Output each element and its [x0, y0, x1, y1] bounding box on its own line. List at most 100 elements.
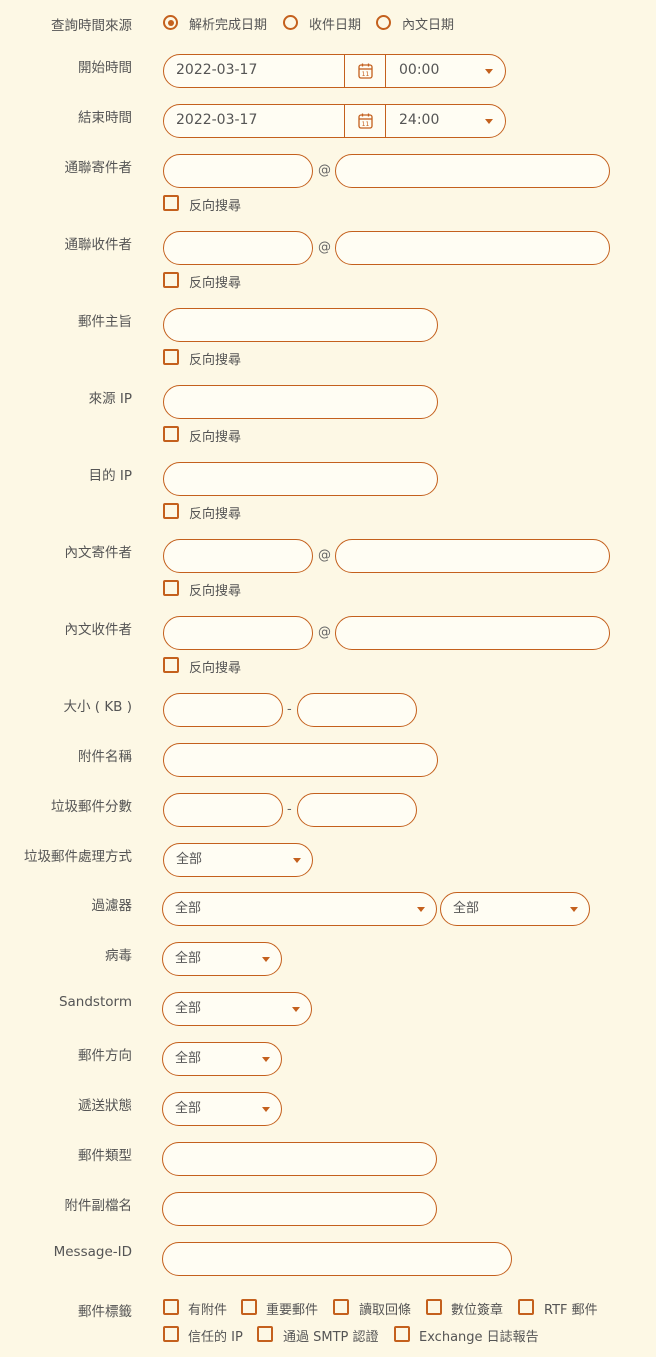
subject-label: 郵件主旨 [78, 314, 132, 330]
spam-action-select[interactable]: 全部 [163, 843, 313, 877]
tag-exchange-journal-checkbox[interactable] [394, 1326, 410, 1342]
virus-value: 全部 [175, 951, 202, 966]
size-max-input[interactable] [297, 693, 417, 727]
calendar-icon: 11 [358, 113, 373, 129]
tag-has-attachment-label: 有附件 [188, 1303, 228, 1318]
size-min-input[interactable] [163, 693, 283, 727]
chevron-down-icon [485, 119, 493, 124]
subject-input[interactable] [163, 308, 438, 342]
size-label: 大小 ( KB ) [63, 699, 132, 715]
envelope-sender-local-input[interactable] [163, 154, 313, 188]
start-time-select[interactable]: 00:00 [399, 62, 439, 78]
attachment-name-label: 附件名稱 [78, 749, 132, 765]
filter-sub-value: 全部 [453, 901, 480, 916]
end-time-label: 結束時間 [78, 110, 132, 126]
source-ip-label: 來源 IP [88, 391, 132, 407]
source-ip-reverse-checkbox[interactable] [163, 426, 179, 442]
mail-tags-label: 郵件標籤 [78, 1304, 132, 1320]
chevron-down-icon [262, 957, 270, 962]
start-time-label: 開始時間 [78, 60, 132, 76]
query-source-label: 查詢時間來源 [51, 18, 132, 34]
chevron-down-icon [293, 858, 301, 863]
radio-receive-date-label: 收件日期 [309, 18, 362, 33]
dest-ip-reverse-checkbox[interactable] [163, 503, 179, 519]
tag-read-receipt-checkbox[interactable] [333, 1299, 349, 1315]
attachment-ext-label: 附件副檔名 [64, 1198, 133, 1214]
reverse-search-label: 反向搜尋 [189, 276, 242, 291]
envelope-recipient-label: 通聯收件者 [64, 237, 133, 253]
radio-content-date-label: 內文日期 [402, 18, 455, 33]
at-sign: @ [318, 163, 331, 178]
envelope-sender-reverse-checkbox[interactable] [163, 195, 179, 211]
radio-parse-date[interactable] [163, 15, 178, 30]
envelope-recipient-reverse-checkbox[interactable] [163, 272, 179, 288]
delivery-status-select[interactable]: 全部 [162, 1092, 282, 1126]
filter-select[interactable]: 全部 [162, 892, 437, 926]
tag-trusted-ip-checkbox[interactable] [163, 1326, 179, 1342]
header-recipient-label: 內文收件者 [64, 622, 133, 638]
dest-ip-label: 目的 IP [88, 468, 132, 484]
header-sender-domain-input[interactable] [335, 539, 610, 573]
direction-select[interactable]: 全部 [162, 1042, 282, 1076]
at-sign: @ [318, 240, 331, 255]
dest-ip-input[interactable] [163, 462, 438, 496]
range-dash: - [287, 702, 292, 717]
end-datetime-group: 2022-03-17 11 24:00 [163, 104, 506, 138]
reverse-search-label: 反向搜尋 [189, 199, 242, 214]
tag-rtf-checkbox[interactable] [518, 1299, 534, 1315]
filter-sub-select[interactable]: 全部 [440, 892, 590, 926]
reverse-search-label: 反向搜尋 [189, 584, 242, 599]
header-sender-label: 內文寄件者 [64, 545, 133, 561]
envelope-recipient-local-input[interactable] [163, 231, 313, 265]
envelope-sender-label: 通聯寄件者 [64, 160, 133, 176]
start-datetime-group: 2022-03-17 11 00:00 [163, 54, 506, 88]
start-date-input[interactable]: 2022-03-17 [176, 62, 257, 78]
tag-smtp-auth-checkbox[interactable] [257, 1326, 273, 1342]
attachment-name-input[interactable] [163, 743, 438, 777]
tag-smtp-auth-label: 通過 SMTP 認證 [283, 1330, 379, 1345]
direction-value: 全部 [175, 1051, 202, 1066]
tag-important-label: 重要郵件 [266, 1303, 319, 1318]
message-id-label: Message-ID [53, 1244, 132, 1260]
end-date-input[interactable]: 2022-03-17 [176, 112, 257, 128]
radio-receive-date[interactable] [283, 15, 298, 30]
range-dash: - [287, 802, 292, 817]
sandstorm-select[interactable]: 全部 [162, 992, 312, 1026]
reverse-search-label: 反向搜尋 [189, 661, 242, 676]
envelope-recipient-domain-input[interactable] [335, 231, 610, 265]
spam-action-value: 全部 [176, 852, 203, 867]
spam-score-min-input[interactable] [163, 793, 283, 827]
header-recipient-reverse-checkbox[interactable] [163, 657, 179, 673]
attachment-ext-input[interactable] [162, 1192, 437, 1226]
message-id-input[interactable] [162, 1242, 512, 1276]
radio-content-date[interactable] [376, 15, 391, 30]
sandstorm-value: 全部 [175, 1001, 202, 1016]
spam-action-label: 垃圾郵件處理方式 [24, 849, 132, 865]
end-calendar-button[interactable]: 11 [344, 105, 386, 137]
virus-select[interactable]: 全部 [162, 942, 282, 976]
reverse-search-label: 反向搜尋 [189, 430, 242, 445]
direction-label: 郵件方向 [78, 1048, 132, 1064]
tag-has-attachment-checkbox[interactable] [163, 1299, 179, 1315]
header-recipient-local-input[interactable] [163, 616, 313, 650]
envelope-sender-domain-input[interactable] [335, 154, 610, 188]
mail-type-label: 郵件類型 [78, 1148, 132, 1164]
tag-read-receipt-label: 讀取回條 [359, 1303, 412, 1318]
tag-signature-checkbox[interactable] [426, 1299, 442, 1315]
end-time-select[interactable]: 24:00 [399, 112, 439, 128]
tag-signature-label: 數位簽章 [451, 1303, 504, 1318]
spam-score-max-input[interactable] [297, 793, 417, 827]
header-sender-local-input[interactable] [163, 539, 313, 573]
source-ip-input[interactable] [163, 385, 438, 419]
start-calendar-button[interactable]: 11 [344, 55, 386, 87]
spam-score-label: 垃圾郵件分數 [51, 799, 132, 815]
header-recipient-domain-input[interactable] [335, 616, 610, 650]
sandstorm-label: Sandstorm [58, 994, 132, 1010]
tag-exchange-journal-label: Exchange 日誌報告 [419, 1330, 539, 1345]
at-sign: @ [318, 548, 331, 563]
tag-rtf-label: RTF 郵件 [544, 1303, 598, 1318]
tag-important-checkbox[interactable] [241, 1299, 257, 1315]
header-sender-reverse-checkbox[interactable] [163, 580, 179, 596]
subject-reverse-checkbox[interactable] [163, 349, 179, 365]
mail-type-input[interactable] [162, 1142, 437, 1176]
